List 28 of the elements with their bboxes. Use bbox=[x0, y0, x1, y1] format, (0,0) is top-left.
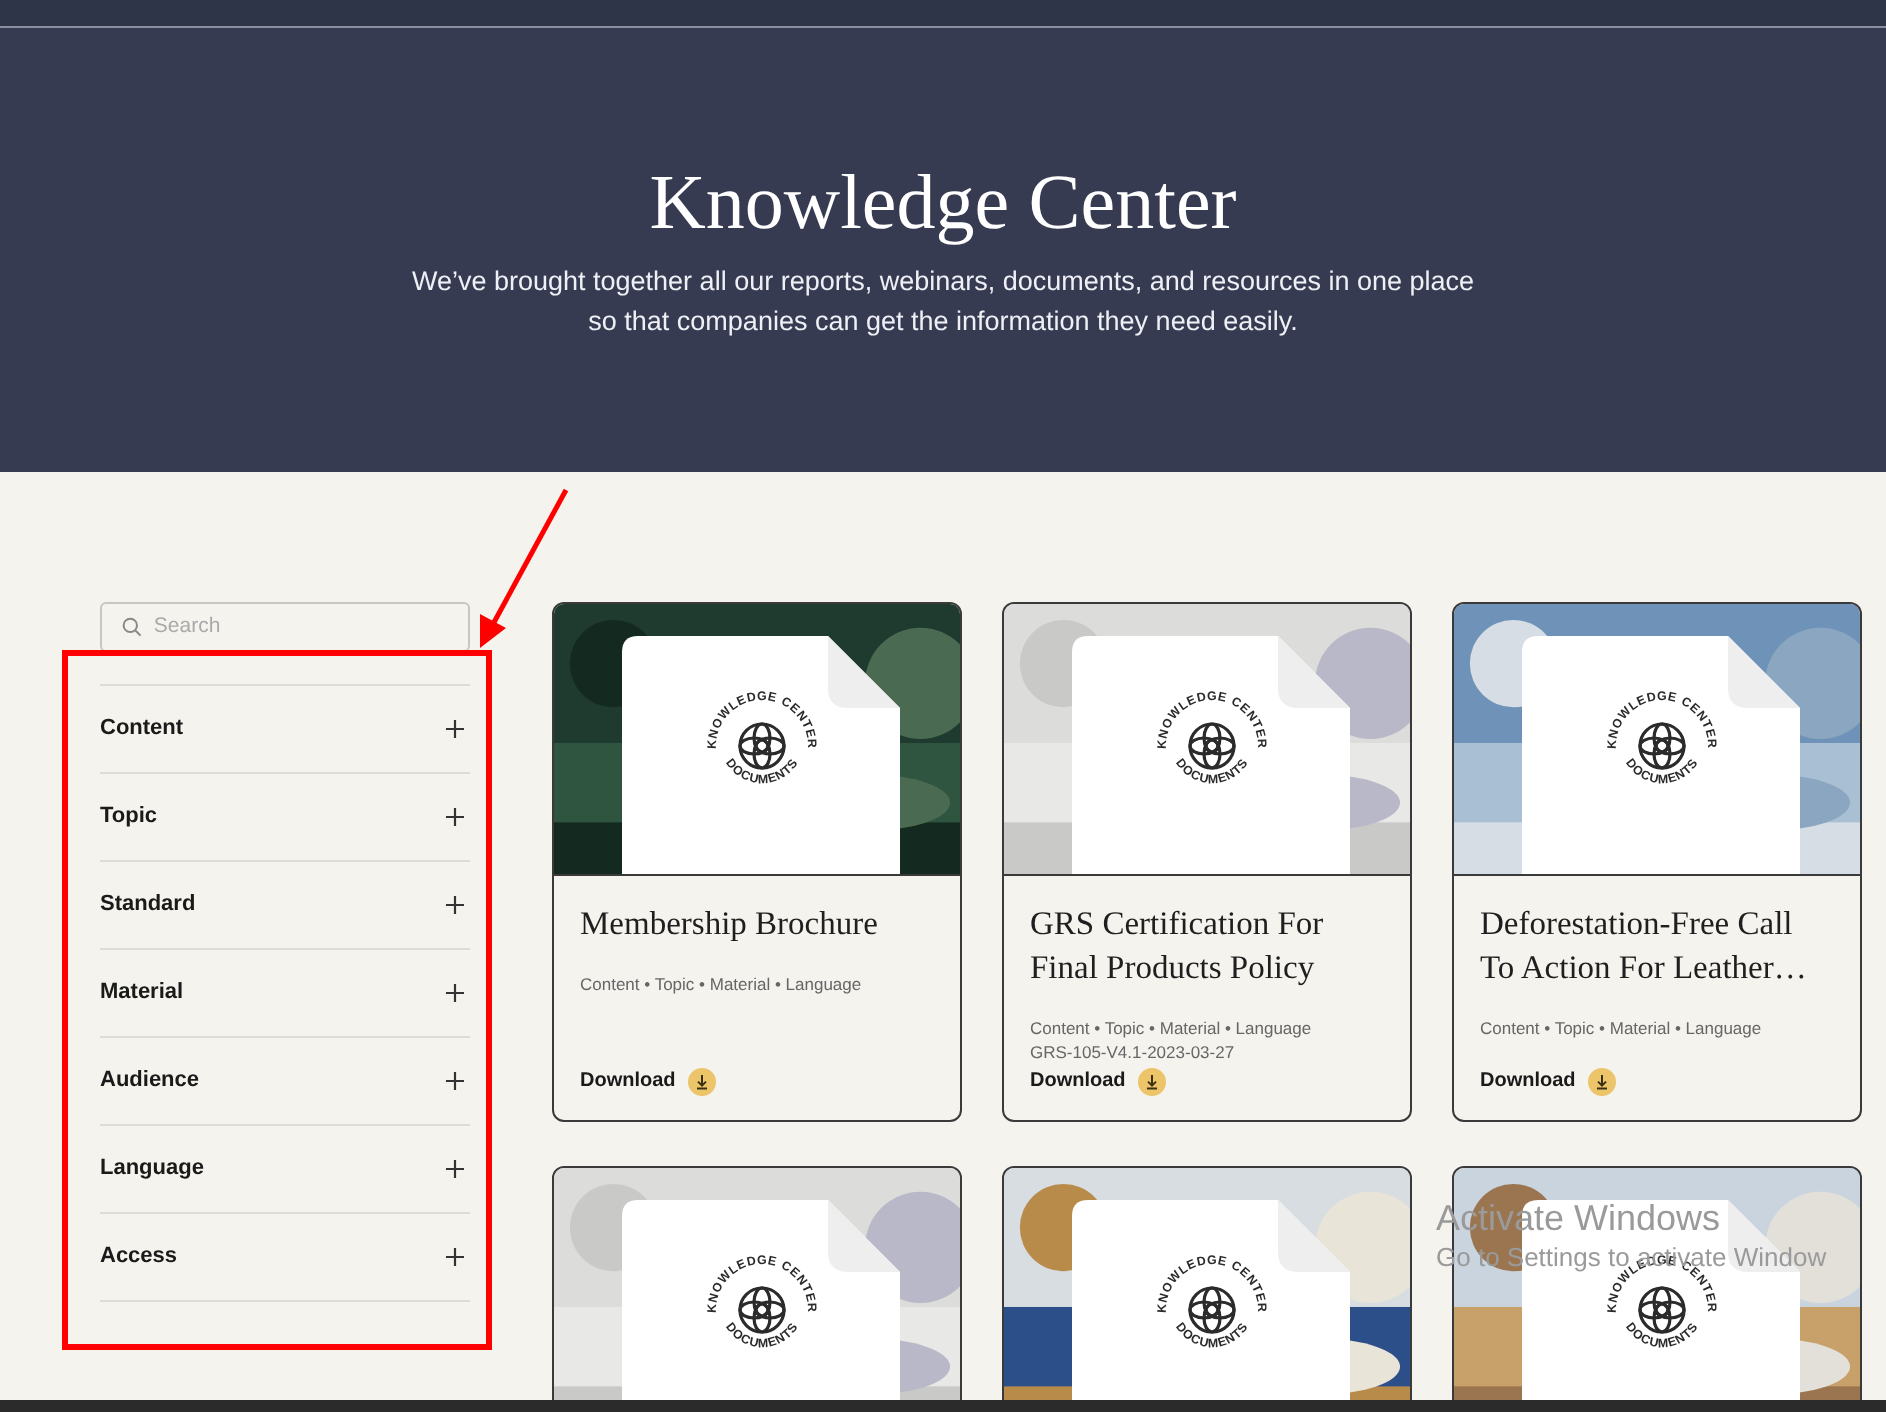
card-tags: Content • Topic • Material • Language bbox=[1480, 1016, 1834, 1040]
search-field[interactable]: Search bbox=[100, 602, 470, 652]
filter-label: Content bbox=[100, 714, 184, 745]
filter-label: Material bbox=[100, 978, 184, 1009]
filter-item[interactable]: Material bbox=[100, 950, 470, 1038]
filter-item[interactable]: Language bbox=[100, 1126, 470, 1214]
card-tags: Content • Topic • Material • Language bbox=[1030, 1016, 1384, 1040]
document-code: GRS-105-V4.1-2023-03-27 bbox=[1030, 1040, 1237, 1064]
filter-label: Audience bbox=[100, 1066, 200, 1097]
filter-label: Language bbox=[100, 1154, 204, 1185]
filter-item[interactable]: Audience bbox=[100, 1038, 470, 1126]
page-subtitle: We’ve brought together all our reports, webinars, documents, and resources in one place so that companies can get the information they need easily. bbox=[409, 264, 1477, 340]
filter-label: Access bbox=[100, 1242, 178, 1273]
filter-item[interactable]: Access bbox=[100, 1214, 470, 1302]
download-link[interactable]: Download bbox=[1030, 1066, 1126, 1096]
filter-label: Standard bbox=[100, 890, 196, 921]
card-tags: Content • Topic • Material • Language bbox=[580, 972, 934, 996]
filter-item[interactable]: Standard bbox=[100, 862, 470, 950]
card-title: GRS Certification For Final Products Policy bbox=[1030, 902, 1326, 990]
download-link[interactable]: Download bbox=[1480, 1066, 1576, 1096]
filter-item[interactable]: Topic bbox=[100, 774, 470, 862]
filter-label: Topic bbox=[100, 802, 158, 833]
download-link[interactable]: Download bbox=[580, 1066, 676, 1096]
search-input[interactable]: Search bbox=[153, 611, 448, 643]
page-title: Knowledge Center bbox=[649, 158, 1237, 250]
card-title: Deforestation-Free Call To Action For Leather… bbox=[1480, 902, 1809, 990]
card-title: Membership Brochure bbox=[580, 902, 880, 946]
filter-item[interactable]: Content bbox=[100, 686, 470, 774]
